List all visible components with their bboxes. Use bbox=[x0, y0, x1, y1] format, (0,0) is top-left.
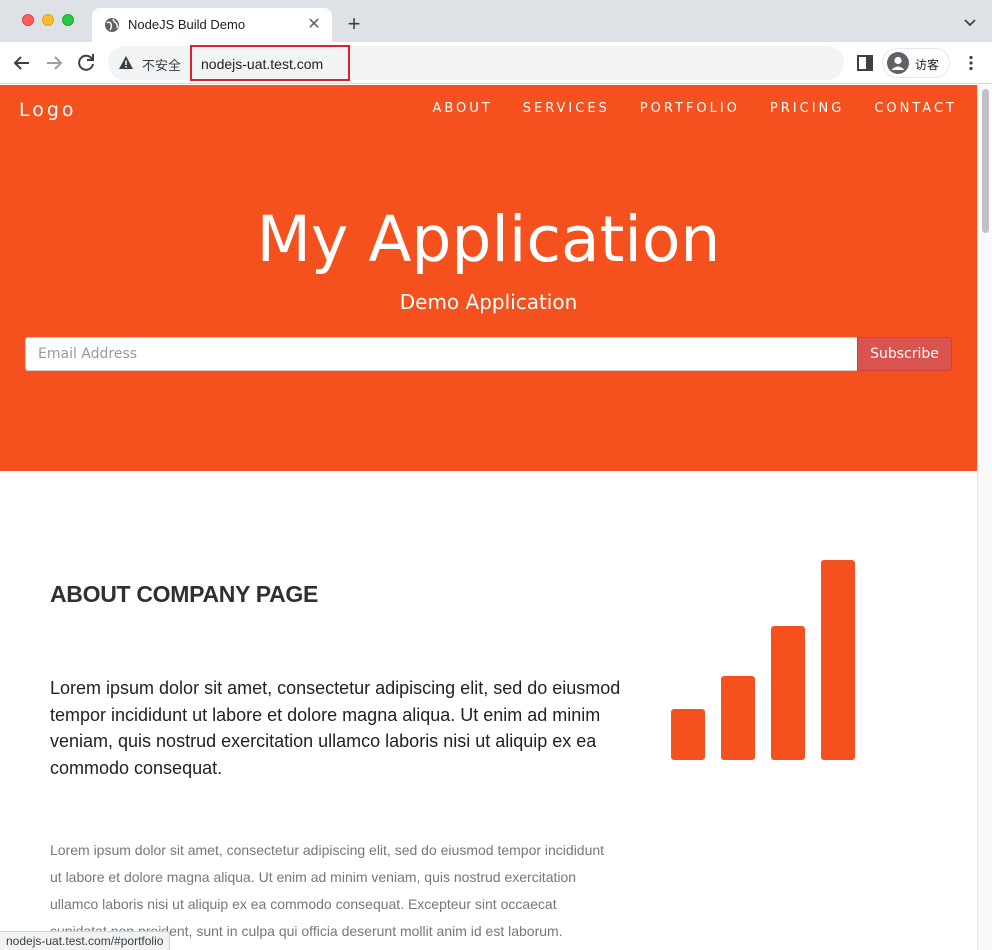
tab-close-icon[interactable]: ✕ bbox=[304, 15, 324, 35]
browser-toolbar: 不安全 nodejs-uat.test.com 访客 bbox=[0, 42, 992, 84]
reload-icon[interactable] bbox=[74, 51, 98, 75]
url-text[interactable]: nodejs-uat.test.com bbox=[201, 56, 323, 72]
page-scrollbar[interactable] bbox=[977, 85, 992, 950]
tab-title: NodeJS Build Demo bbox=[128, 17, 246, 32]
profile-button[interactable]: 访客 bbox=[882, 48, 950, 78]
about-body-text: Lorem ipsum dolor sit amet, consectetur … bbox=[50, 842, 605, 939]
globe-icon bbox=[105, 18, 119, 32]
nav-portfolio[interactable]: PORTFOLIO bbox=[640, 101, 740, 116]
hero-title: My Application bbox=[256, 203, 721, 276]
hero-subtitle: Demo Application bbox=[399, 290, 578, 314]
minimize-window-button[interactable] bbox=[42, 14, 54, 26]
forward-arrow-icon[interactable] bbox=[42, 51, 66, 75]
kebab-menu-icon[interactable] bbox=[962, 54, 980, 72]
browser-titlebar: NodeJS Build Demo ✕ + bbox=[0, 0, 992, 42]
subscribe-button[interactable]: Subscribe bbox=[857, 337, 952, 371]
status-bar-url: nodejs-uat.test.com/#portfolio bbox=[0, 931, 171, 950]
main-nav: ABOUT SERVICES PORTFOLIO PRICING CONTACT bbox=[402, 101, 957, 116]
url-highlight[interactable]: nodejs-uat.test.com bbox=[190, 45, 350, 81]
about-lead-text: Lorem ipsum dolor sit amet, consectetur … bbox=[50, 678, 621, 778]
scrollbar-thumb[interactable] bbox=[982, 89, 989, 233]
site-logo[interactable]: Logo bbox=[19, 99, 77, 121]
nav-services[interactable]: SERVICES bbox=[523, 101, 610, 116]
browser-tab[interactable]: NodeJS Build Demo ✕ bbox=[92, 8, 332, 42]
address-bar[interactable]: 不安全 nodejs-uat.test.com bbox=[108, 45, 844, 81]
email-input[interactable] bbox=[25, 337, 858, 371]
about-heading: ABOUT COMPANY PAGE bbox=[50, 581, 319, 607]
profile-label: 访客 bbox=[915, 58, 940, 72]
page-viewport: Logo ABOUT SERVICES PORTFOLIO PRICING CO… bbox=[0, 85, 977, 950]
signal-bars-icon bbox=[671, 560, 855, 760]
maximize-window-button[interactable] bbox=[62, 14, 74, 26]
new-tab-button[interactable]: + bbox=[342, 12, 366, 36]
nav-about[interactable]: ABOUT bbox=[432, 101, 492, 116]
nav-pricing[interactable]: PRICING bbox=[770, 101, 844, 116]
insecure-label[interactable]: 不安全 bbox=[142, 55, 181, 74]
hero-section: Logo ABOUT SERVICES PORTFOLIO PRICING CO… bbox=[0, 85, 977, 471]
close-window-button[interactable] bbox=[22, 14, 34, 26]
back-arrow-icon[interactable] bbox=[10, 51, 34, 75]
avatar-icon bbox=[887, 52, 909, 74]
chevron-down-icon[interactable] bbox=[962, 14, 978, 30]
warning-icon[interactable] bbox=[118, 55, 134, 71]
nav-contact[interactable]: CONTACT bbox=[874, 101, 957, 116]
side-panel-icon[interactable] bbox=[856, 54, 874, 72]
